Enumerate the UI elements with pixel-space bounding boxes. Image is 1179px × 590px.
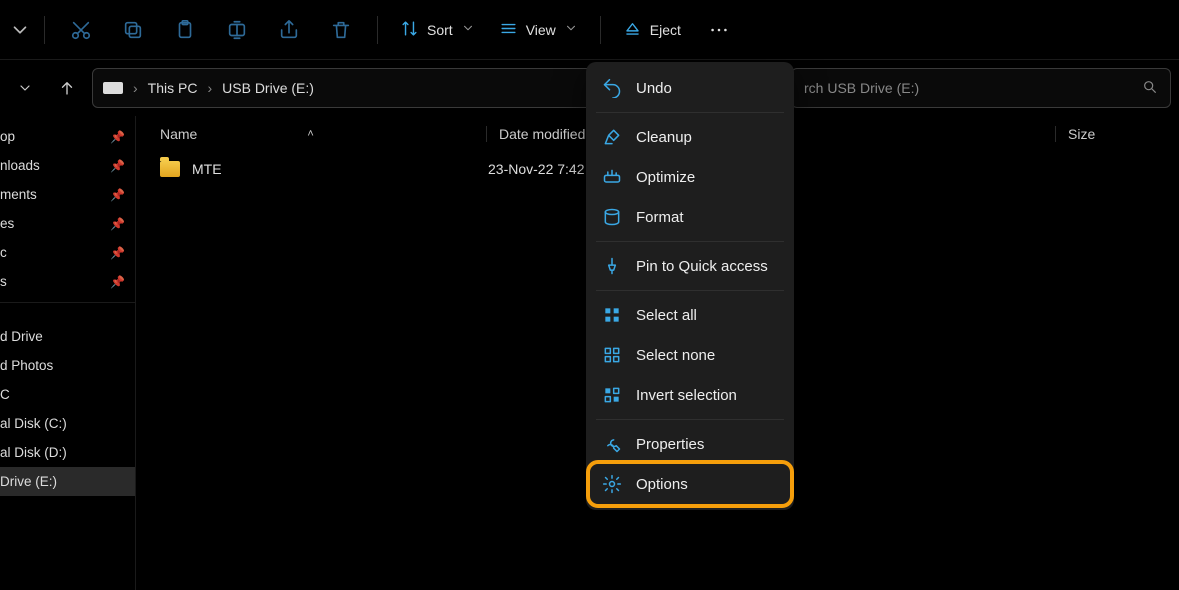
divider [377,16,378,44]
up-button[interactable] [50,71,84,105]
breadcrumb-root[interactable]: This PC [148,80,198,96]
toolbar: Sort View Eject [0,0,1179,60]
sidebar-item-current-drive[interactable]: Drive (E:) [0,467,135,496]
sort-label: Sort [427,22,453,38]
select-all-icon [602,305,622,325]
menu-invert[interactable]: Invert selection [590,375,790,415]
menu-select-all[interactable]: Select all [590,295,790,335]
sidebar-item[interactable]: s📌 [0,267,135,296]
invert-icon [602,385,622,405]
share-icon[interactable] [265,6,313,54]
menu-pin[interactable]: Pin to Quick access [590,246,790,286]
new-dropdown[interactable] [8,6,32,54]
sort-indicator-icon: ˄ [307,128,313,140]
sidebar: op📌 nloads📌 ments📌 es📌 c📌 s📌 d Drive d P… [0,116,136,590]
sidebar-item[interactable]: al Disk (C:) [0,409,135,438]
menu-options[interactable]: Options [590,464,790,504]
menu-properties[interactable]: Properties [590,424,790,464]
sidebar-item[interactable]: nloads📌 [0,151,135,180]
broom-icon [602,127,622,147]
sidebar-item[interactable]: al Disk (D:) [0,438,135,467]
menu-select-none[interactable]: Select none [590,335,790,375]
divider [600,16,601,44]
pin-icon: 📌 [110,159,125,173]
file-name: MTE [192,161,222,177]
copy-icon[interactable] [109,6,157,54]
menu-optimize[interactable]: Optimize [590,157,790,197]
undo-icon [602,78,622,98]
format-icon [602,207,622,227]
recent-locations-button[interactable] [8,71,42,105]
pin-icon: 📌 [110,130,125,144]
optimize-icon [602,167,622,187]
sidebar-item[interactable]: c📌 [0,238,135,267]
paste-icon[interactable] [161,6,209,54]
cut-icon[interactable] [57,6,105,54]
sidebar-item[interactable]: d Drive [0,322,135,351]
pin-icon: 📌 [110,188,125,202]
sidebar-item[interactable]: C [0,380,135,409]
pin-icon: 📌 [110,275,125,289]
sort-button[interactable]: Sort [390,6,485,54]
search-icon [1142,79,1158,98]
col-name[interactable]: Name [160,126,197,142]
breadcrumb-leaf[interactable]: USB Drive (E:) [222,80,314,96]
rename-icon[interactable] [213,6,261,54]
pin-icon: 📌 [110,246,125,260]
sidebar-item[interactable]: es📌 [0,209,135,238]
select-none-icon [602,345,622,365]
delete-icon[interactable] [317,6,365,54]
col-size[interactable]: Size [1055,126,1145,142]
menu-undo[interactable]: Undo [590,68,790,108]
eject-label: Eject [650,22,681,38]
sidebar-item[interactable]: d Photos [0,351,135,380]
search-input[interactable]: rch USB Drive (E:) [791,68,1171,108]
wrench-icon [602,434,622,454]
sidebar-item[interactable]: ments📌 [0,180,135,209]
drive-icon [103,82,123,94]
sidebar-item[interactable]: op📌 [0,122,135,151]
pin-icon [602,256,622,276]
more-icon[interactable] [695,6,743,54]
divider [44,16,45,44]
folder-icon [160,161,180,177]
menu-cleanup[interactable]: Cleanup [590,117,790,157]
overflow-menu: Undo Cleanup Optimize Format Pin to Quic… [586,62,794,510]
gear-icon [602,474,622,494]
view-button[interactable]: View [489,6,588,54]
eject-button[interactable]: Eject [613,6,691,54]
menu-format[interactable]: Format [590,197,790,237]
search-placeholder: rch USB Drive (E:) [804,80,919,96]
pin-icon: 📌 [110,217,125,231]
view-label: View [526,22,556,38]
